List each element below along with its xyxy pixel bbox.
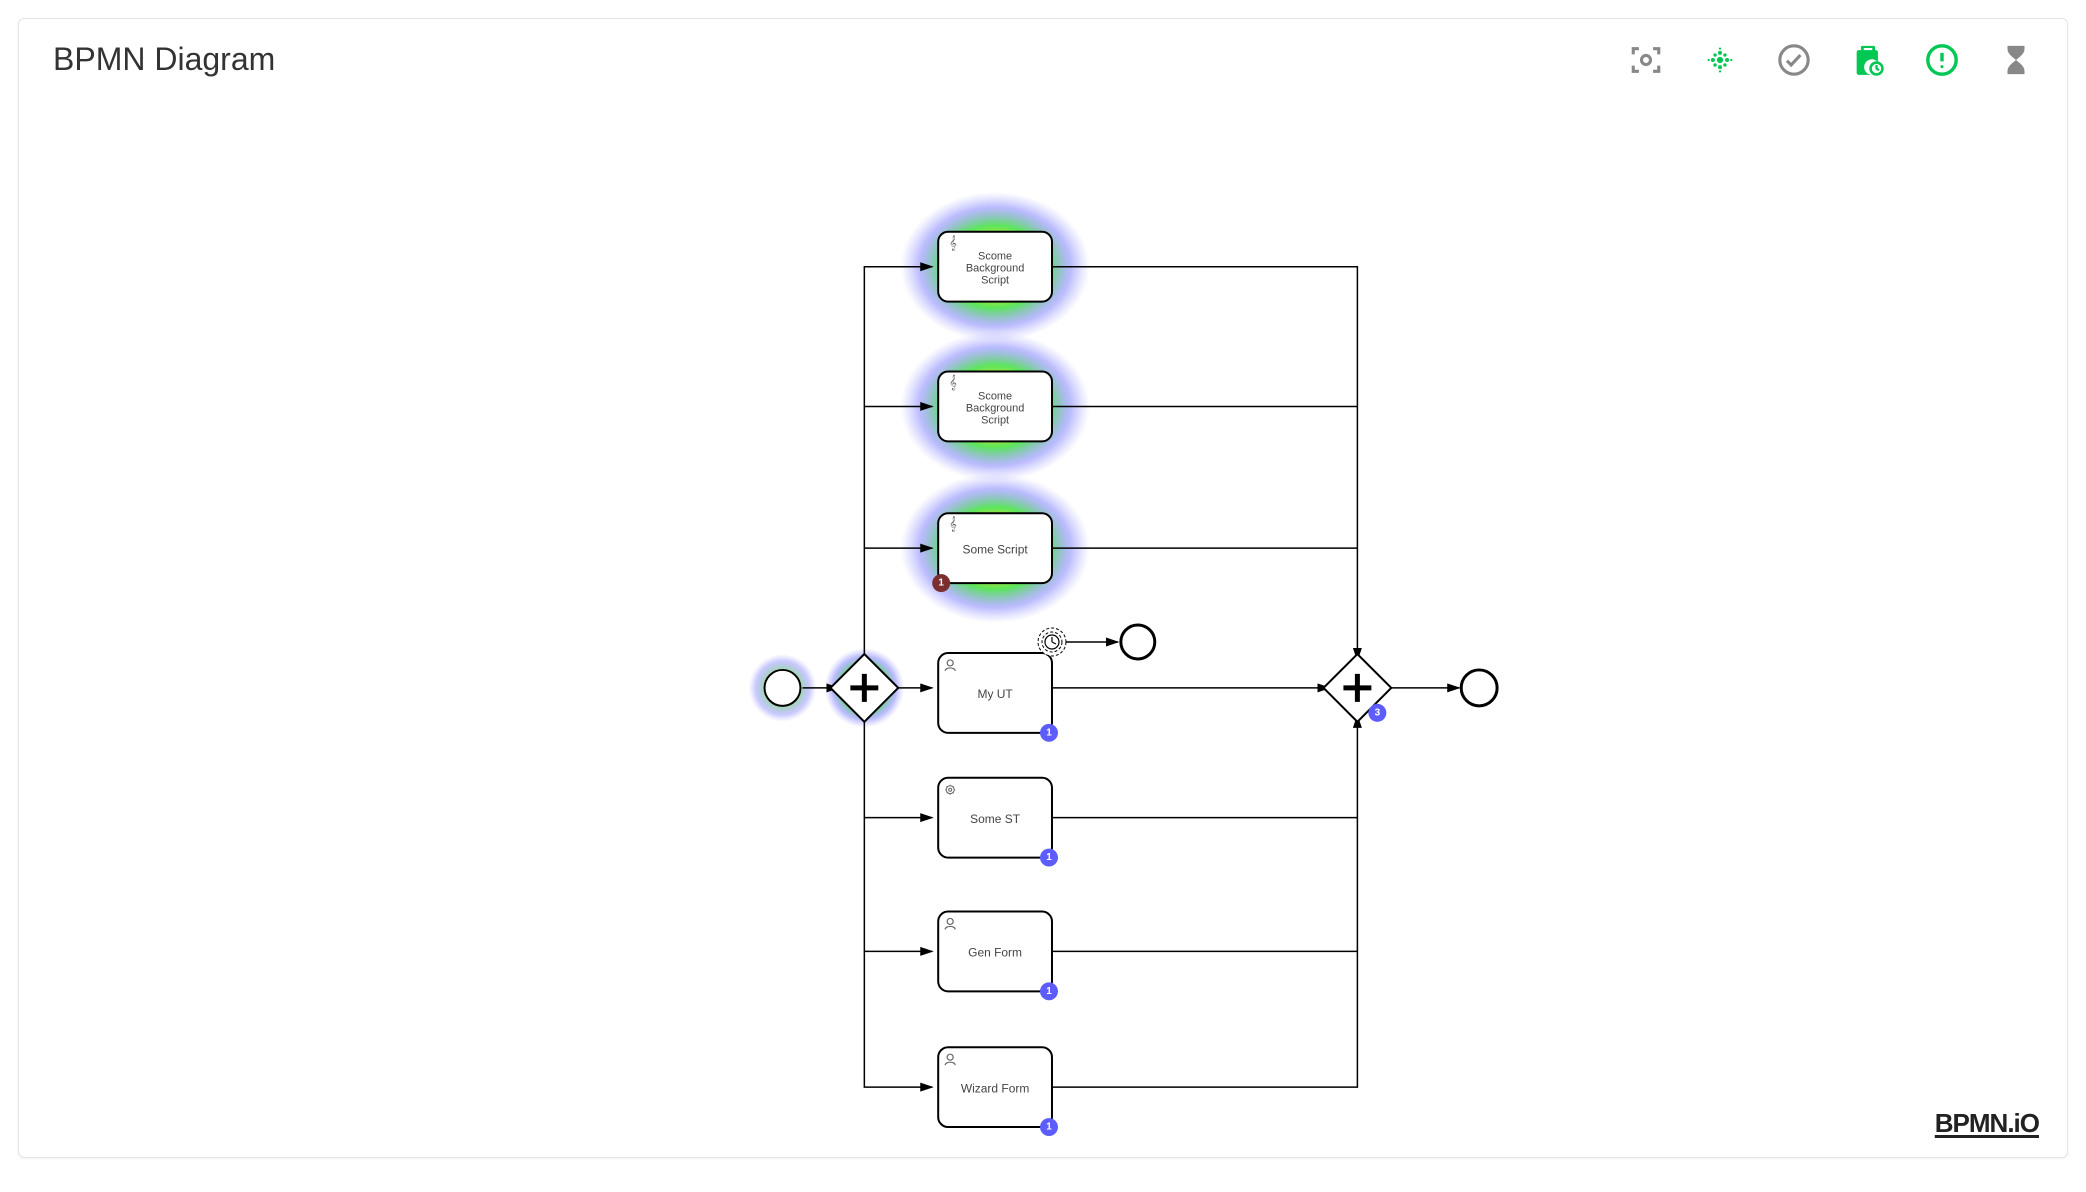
card-header: BPMN Diagram [19, 19, 2067, 78]
bpmn-io-logo[interactable]: BPMN.iO [1935, 1108, 2039, 1139]
diagram-card: BPMN Diagram [18, 18, 2068, 1158]
gateway-parallel-join[interactable]: 3 [1324, 654, 1392, 722]
svg-text:1: 1 [1046, 1122, 1052, 1133]
svg-text:Wizard Form: Wizard Form [961, 1081, 1030, 1095]
heatmap-icon[interactable] [1703, 43, 1737, 77]
task-service-somest[interactable]: Some ST 1 [938, 778, 1058, 867]
page-title: BPMN Diagram [53, 41, 275, 78]
toolbar [1629, 43, 2033, 77]
boundary-timer-event[interactable] [1038, 628, 1066, 656]
task-user-wizardform[interactable]: Wizard Form 1 [938, 1047, 1058, 1136]
svg-text:1: 1 [1046, 986, 1052, 997]
svg-text:𝄞: 𝄞 [949, 374, 957, 390]
end-event-timer-branch[interactable] [1121, 625, 1155, 659]
svg-text:𝄞: 𝄞 [949, 235, 957, 251]
task-script-1[interactable]: 𝄞 ScomeBackgroundScript [938, 232, 1052, 302]
end-event[interactable] [1461, 670, 1497, 706]
task-script-3[interactable]: 𝄞 Some Script 1 [932, 513, 1052, 592]
svg-text:1: 1 [1046, 852, 1052, 863]
hourglass-icon[interactable] [1999, 43, 2033, 77]
clipboard-time-icon[interactable] [1851, 43, 1885, 77]
svg-text:3: 3 [1375, 707, 1381, 718]
svg-text:Some Script: Some Script [962, 542, 1028, 556]
task-script-2[interactable]: 𝄞 ScomeBackgroundScript [938, 372, 1052, 442]
svg-text:Some ST: Some ST [970, 812, 1021, 826]
svg-text:1: 1 [1046, 727, 1052, 738]
fit-viewport-icon[interactable] [1629, 43, 1663, 77]
check-circle-icon[interactable] [1777, 43, 1811, 77]
svg-text:Gen Form: Gen Form [968, 946, 1022, 960]
start-event[interactable] [765, 670, 801, 706]
task-user-myut[interactable]: My UT 1 [938, 653, 1058, 742]
alert-circle-icon[interactable] [1925, 43, 1959, 77]
diagram-canvas[interactable]: 𝄞 ScomeBackgroundScript 𝄞 ScomeBackgroun… [19, 119, 2067, 1157]
svg-text:𝄞: 𝄞 [949, 516, 957, 532]
svg-text:My UT: My UT [977, 687, 1013, 701]
task-user-genform[interactable]: Gen Form 1 [938, 911, 1058, 1000]
svg-text:1: 1 [938, 578, 944, 589]
